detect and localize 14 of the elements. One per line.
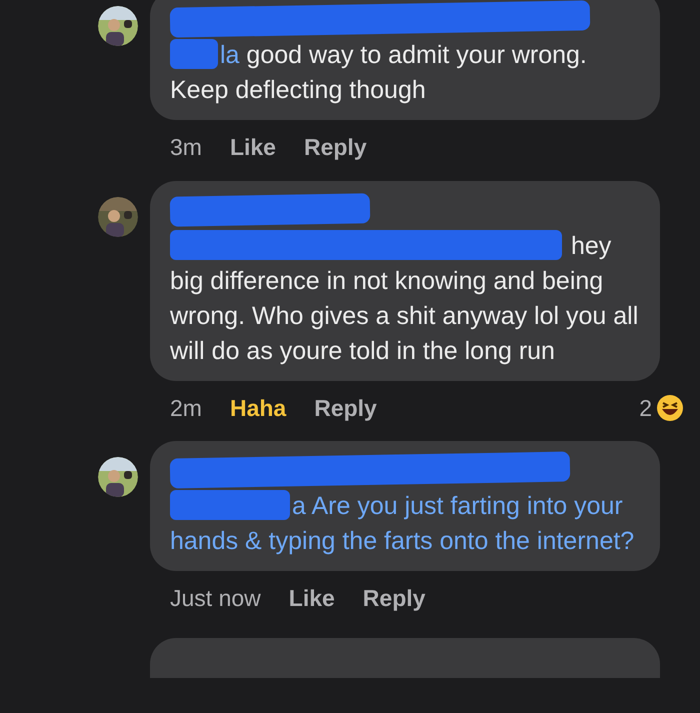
comment-time: 3m bbox=[170, 133, 202, 162]
comment-action[interactable]: Reply bbox=[314, 390, 377, 425]
comment-action[interactable]: Like bbox=[288, 581, 335, 616]
comment-text: hey big difference in not knowing and being wrong. Who gives a shit anyway lol you all will do as youre told in the long run bbox=[170, 228, 640, 366]
comment-time: Just now bbox=[170, 584, 261, 613]
comment-action[interactable]: Haha bbox=[230, 390, 286, 425]
comment-text: la good way to admit your wrong. Keep deflecting though bbox=[170, 38, 588, 106]
comment-action[interactable]: Like bbox=[230, 130, 276, 164]
reaction-count: 2 bbox=[639, 394, 652, 422]
comment-action[interactable]: Reply bbox=[304, 130, 367, 164]
laughing-emoji-icon bbox=[656, 394, 684, 422]
comment-time: 2m bbox=[170, 394, 202, 422]
comment-action[interactable]: Reply bbox=[362, 581, 426, 616]
comment-text: a Are you just farting into your hands & typing the farts onto the internet? bbox=[170, 489, 636, 557]
